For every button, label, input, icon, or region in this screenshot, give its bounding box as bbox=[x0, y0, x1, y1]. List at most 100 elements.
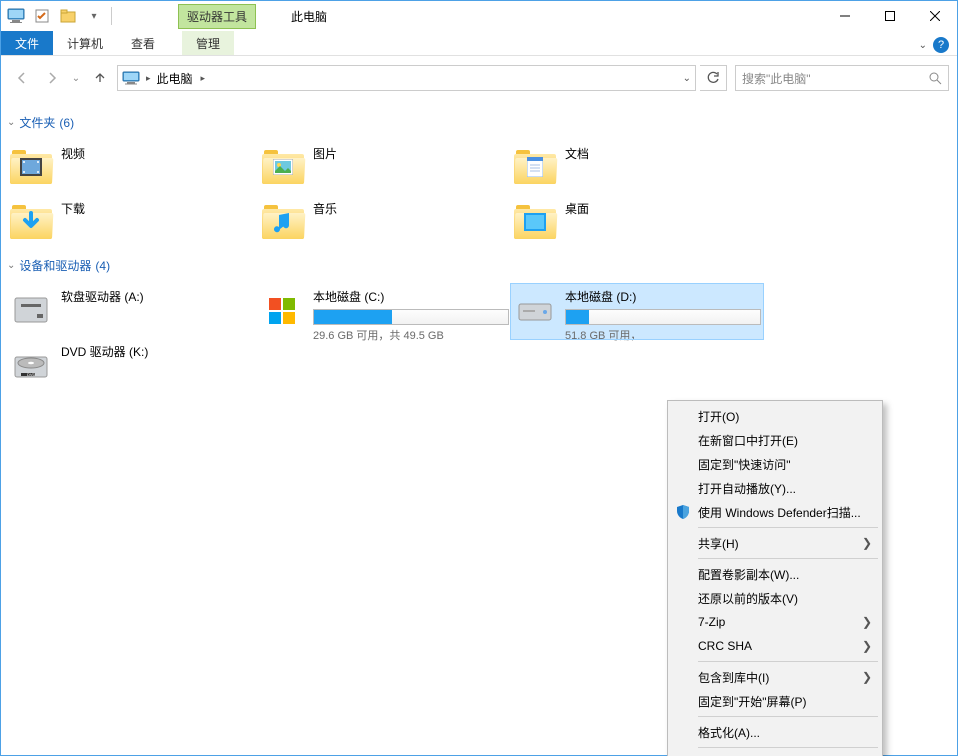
folder-item[interactable]: 桌面 bbox=[511, 196, 763, 251]
navigation-bar: ⌄ ▸ 此电脑 ▸ ⌄ 搜索"此电脑" bbox=[1, 56, 957, 100]
maximize-button[interactable] bbox=[867, 1, 912, 31]
menu-item-label: 打开自动播放(Y)... bbox=[698, 480, 796, 497]
menu-item-label: 还原以前的版本(V) bbox=[698, 590, 798, 607]
context-menu-item[interactable]: 包含到库中(I) ❯ bbox=[670, 665, 880, 689]
folder-icon bbox=[261, 200, 305, 244]
drive-subtext: 51.8 GB 可用， bbox=[565, 327, 761, 343]
nav-history-dropdown[interactable]: ⌄ bbox=[69, 65, 83, 91]
group-count: (6) bbox=[59, 116, 74, 130]
titlebar: ▾ 驱动器工具 此电脑 bbox=[1, 1, 957, 31]
this-pc-icon bbox=[5, 5, 27, 27]
nav-forward-button[interactable] bbox=[39, 65, 65, 91]
folder-item[interactable]: 音乐 bbox=[259, 196, 511, 251]
new-folder-qat-icon[interactable] bbox=[57, 5, 79, 27]
address-dropdown-icon[interactable]: ⌄ bbox=[683, 73, 691, 84]
menu-item-label: 共享(H) bbox=[698, 535, 739, 552]
breadcrumb-item[interactable]: 此电脑 bbox=[157, 70, 193, 87]
group-label: 文件夹 bbox=[19, 114, 55, 131]
drive-name: 本地磁盘 (D:) bbox=[565, 288, 761, 305]
context-menu-item[interactable]: 固定到"快速访问" bbox=[670, 452, 880, 476]
tab-manage[interactable]: 管理 bbox=[182, 31, 234, 55]
context-menu-item[interactable]: 使用 Windows Defender扫描... bbox=[670, 500, 880, 524]
submenu-arrow-icon: ❯ bbox=[862, 536, 872, 550]
folder-name: 文档 bbox=[565, 145, 761, 162]
context-menu: 打开(O) 在新窗口中打开(E) 固定到"快速访问" 打开自动播放(Y)... 使用 W… bbox=[667, 400, 883, 756]
group-header-folders[interactable]: ⌄ 文件夹 (6) bbox=[7, 114, 951, 131]
submenu-arrow-icon: ❯ bbox=[862, 670, 872, 684]
context-menu-item[interactable]: 还原以前的版本(V) bbox=[670, 586, 880, 610]
search-icon bbox=[928, 71, 942, 85]
chevron-right-icon[interactable]: ▸ bbox=[146, 73, 151, 84]
refresh-button[interactable] bbox=[700, 65, 727, 91]
drive-icon bbox=[513, 288, 557, 332]
search-placeholder: 搜索"此电脑" bbox=[742, 70, 811, 87]
minimize-button[interactable] bbox=[822, 1, 867, 31]
drive-icon bbox=[9, 288, 53, 332]
menu-item-label: 使用 Windows Defender扫描... bbox=[698, 504, 861, 521]
folder-icon bbox=[9, 145, 53, 189]
drive-icon: DVD bbox=[9, 343, 53, 387]
properties-qat-icon[interactable] bbox=[31, 5, 53, 27]
menu-item-label: 打开(O) bbox=[698, 408, 739, 425]
context-menu-item[interactable]: 固定到"开始"屏幕(P) bbox=[670, 689, 880, 713]
folder-item[interactable]: 下载 bbox=[7, 196, 259, 251]
folder-item[interactable]: 视频 bbox=[7, 141, 259, 196]
folder-name: 视频 bbox=[61, 145, 257, 162]
group-label: 设备和驱动器 bbox=[19, 257, 91, 274]
context-menu-item[interactable]: CRC SHA ❯ bbox=[670, 634, 880, 658]
folder-name: 下载 bbox=[61, 200, 257, 217]
context-menu-item[interactable]: 打开自动播放(Y)... bbox=[670, 476, 880, 500]
quick-access-toolbar: ▾ bbox=[1, 5, 118, 27]
tab-view[interactable]: 查看 bbox=[117, 31, 169, 55]
menu-item-label: 在新窗口中打开(E) bbox=[698, 432, 798, 449]
drive-name: DVD 驱动器 (K:) bbox=[61, 343, 257, 360]
context-menu-item[interactable]: 7-Zip❯ bbox=[670, 610, 880, 634]
group-header-devices[interactable]: ⌄ 设备和驱动器 (4) bbox=[7, 257, 951, 274]
usage-bar bbox=[565, 309, 761, 325]
menu-item-label: 格式化(A)... bbox=[698, 724, 760, 741]
window-title: 此电脑 bbox=[291, 8, 327, 25]
drive-subtext: 29.6 GB 可用，共 49.5 GB bbox=[313, 327, 509, 343]
this-pc-icon bbox=[122, 71, 140, 85]
tab-file[interactable]: 文件 bbox=[1, 31, 53, 55]
chevron-right-icon[interactable]: ▸ bbox=[201, 73, 206, 84]
folder-icon bbox=[261, 145, 305, 189]
menu-item-label: 固定到"快速访问" bbox=[698, 456, 791, 473]
folder-item[interactable]: 文档 bbox=[511, 141, 763, 196]
search-box[interactable]: 搜索"此电脑" bbox=[735, 65, 949, 91]
drive-item[interactable]: 本地磁盘 (C:) 29.6 GB 可用，共 49.5 GB bbox=[259, 284, 511, 339]
drive-item[interactable]: 软盘驱动器 (A:) bbox=[7, 284, 259, 339]
menu-item-label: 7-Zip bbox=[698, 615, 725, 629]
context-menu-item[interactable]: 配置卷影副本(W)... bbox=[670, 562, 880, 586]
drive-item[interactable]: DVD DVD 驱动器 (K:) bbox=[7, 339, 259, 394]
context-menu-item[interactable]: 复制(C) bbox=[670, 751, 880, 756]
ribbon-tabs: 文件 计算机 查看 管理 ⌄ ? bbox=[1, 31, 957, 56]
menu-item-label: 包含到库中(I) bbox=[698, 669, 769, 686]
context-menu-item[interactable]: 格式化(A)... bbox=[670, 720, 880, 744]
tab-computer[interactable]: 计算机 bbox=[53, 31, 117, 55]
defender-icon bbox=[674, 504, 692, 520]
folder-name: 图片 bbox=[313, 145, 509, 162]
help-icon[interactable]: ? bbox=[933, 37, 949, 53]
ribbon-expand-icon[interactable]: ⌄ bbox=[919, 40, 927, 51]
context-menu-item[interactable]: 在新窗口中打开(E) bbox=[670, 428, 880, 452]
folder-item[interactable]: 图片 bbox=[259, 141, 511, 196]
drive-item[interactable]: 本地磁盘 (D:) 51.8 GB 可用， bbox=[511, 284, 763, 339]
close-button[interactable] bbox=[912, 1, 957, 31]
content-area: ⌄ 文件夹 (6) 视频 图片 文档 下载 音乐 桌面 ⌄ 设备和驱动器 (4)… bbox=[1, 100, 957, 755]
title-contextual-tab: 驱动器工具 bbox=[178, 4, 256, 29]
menu-item-label: 固定到"开始"屏幕(P) bbox=[698, 693, 807, 710]
folder-name: 音乐 bbox=[313, 200, 509, 217]
context-menu-item[interactable]: 打开(O) bbox=[670, 404, 880, 428]
nav-back-button[interactable] bbox=[9, 65, 35, 91]
submenu-arrow-icon: ❯ bbox=[862, 639, 872, 653]
nav-up-button[interactable] bbox=[87, 65, 113, 91]
folder-icon bbox=[513, 200, 557, 244]
menu-item-label: CRC SHA bbox=[698, 639, 752, 653]
qat-dropdown-icon[interactable]: ▾ bbox=[83, 5, 105, 27]
drive-name: 本地磁盘 (C:) bbox=[313, 288, 509, 305]
folder-icon bbox=[9, 200, 53, 244]
drive-icon bbox=[261, 288, 305, 332]
context-menu-item[interactable]: 共享(H) ❯ bbox=[670, 531, 880, 555]
address-bar[interactable]: ▸ 此电脑 ▸ ⌄ bbox=[117, 65, 696, 91]
